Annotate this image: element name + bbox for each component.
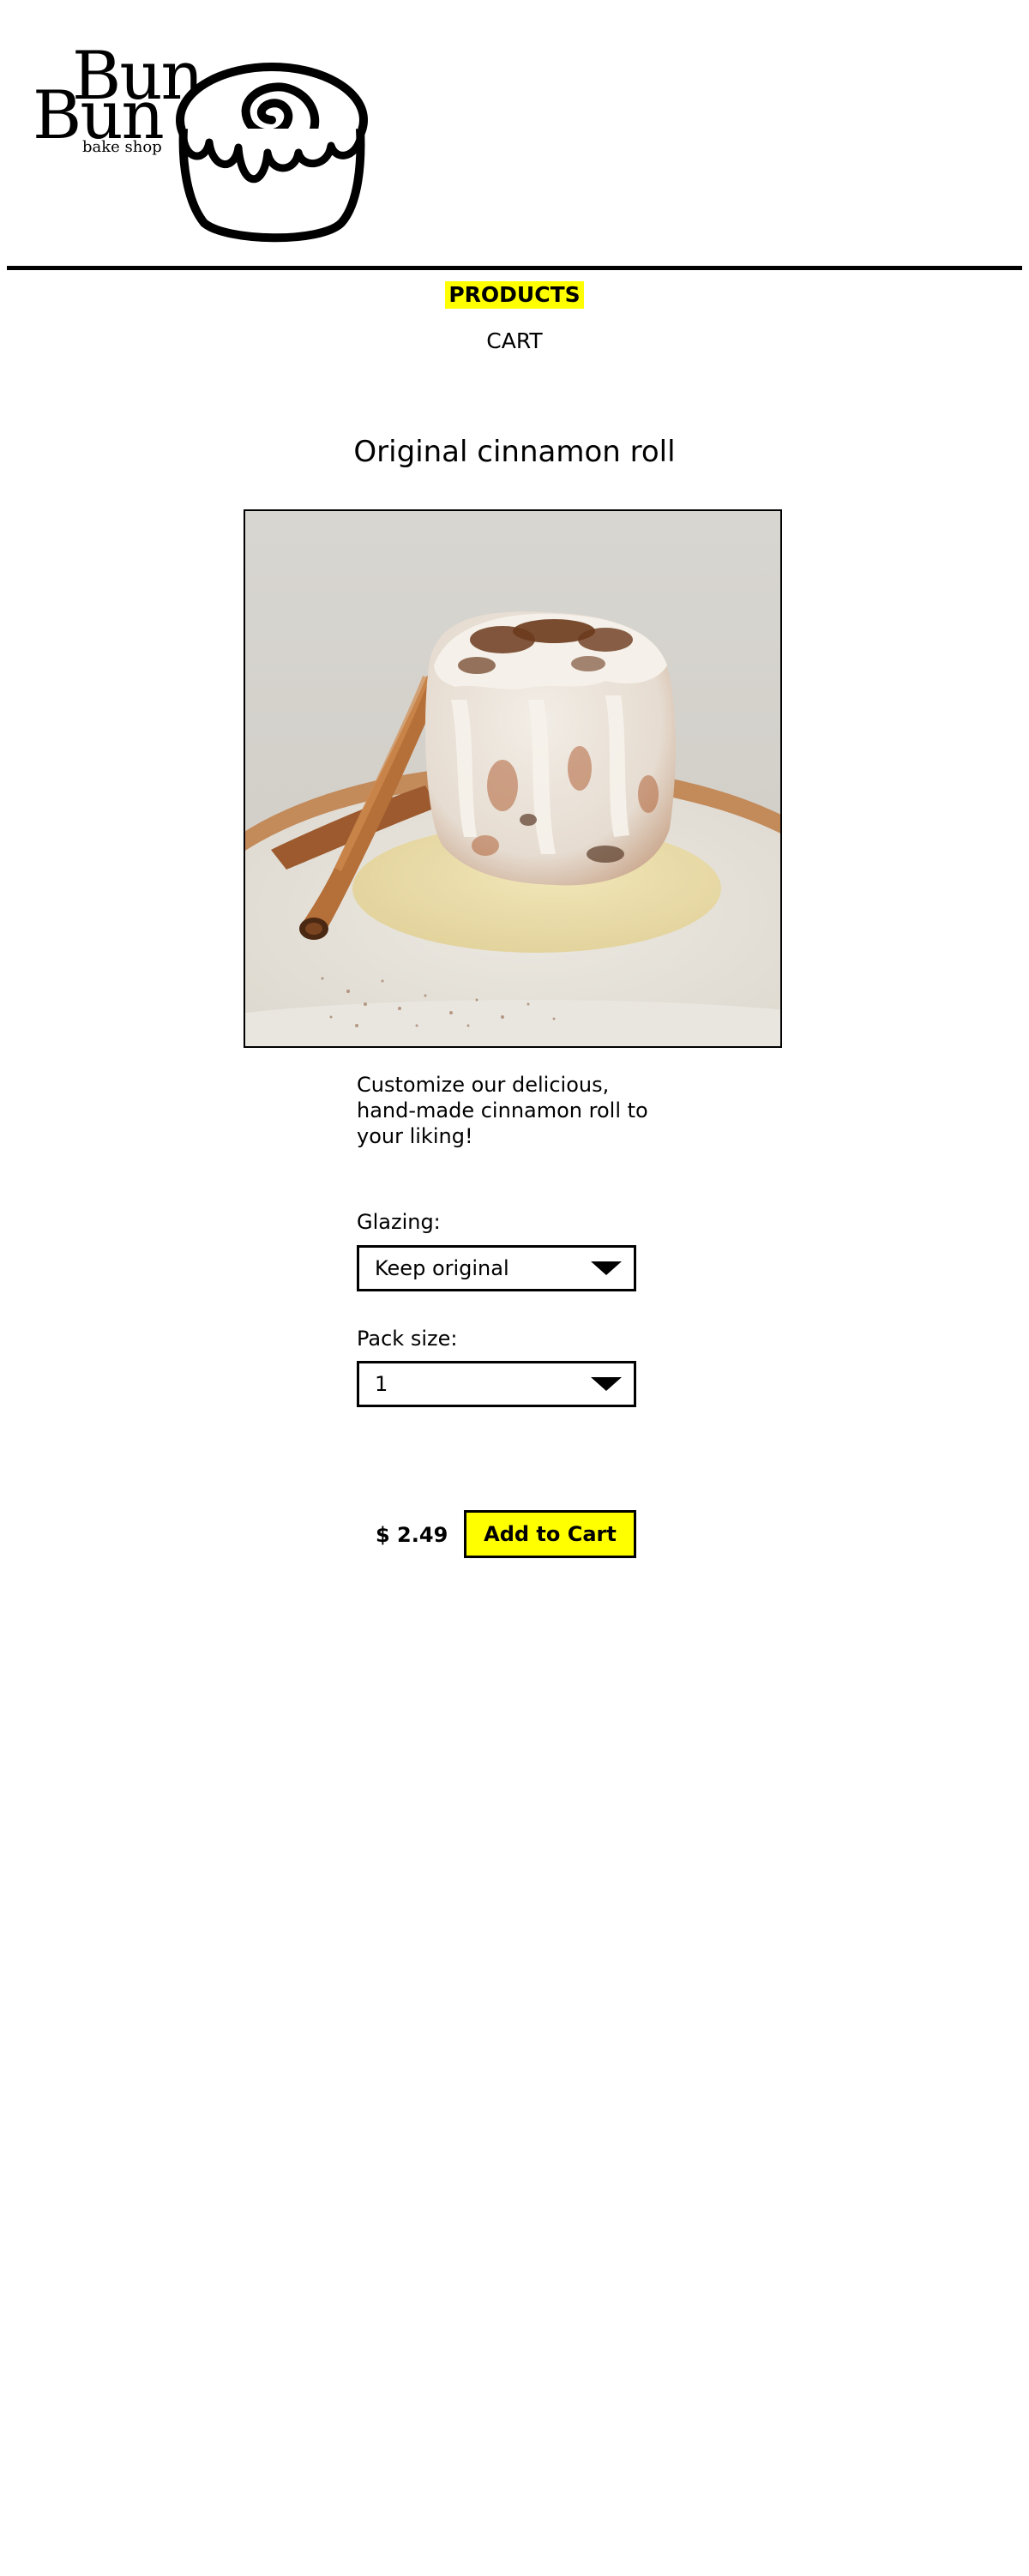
pack-size-label: Pack size: xyxy=(357,1327,458,1351)
cinnamon-roll-icon xyxy=(176,63,368,243)
logo-subtitle: bake shop xyxy=(82,138,162,156)
chevron-down-icon xyxy=(591,1377,622,1391)
product-title: Original cinnamon roll xyxy=(353,435,676,469)
header-divider xyxy=(7,266,1022,270)
pack-size-select[interactable]: 1 xyxy=(357,1361,636,1407)
pack-size-selected-value: 1 xyxy=(375,1372,388,1396)
glazing-label: Glazing: xyxy=(357,1210,441,1234)
glazing-select[interactable]: Keep original xyxy=(357,1245,636,1291)
cinnamon-roll-photo xyxy=(245,511,780,1046)
glazing-selected-value: Keep original xyxy=(375,1256,509,1280)
nav-cart-link[interactable]: CART xyxy=(486,328,542,355)
product-description: Customize our delicious, hand-made cinna… xyxy=(357,1073,648,1148)
nav-products-link[interactable]: PRODUCTS xyxy=(445,281,584,309)
main-nav: PRODUCTS CART xyxy=(0,281,1029,355)
add-to-cart-button[interactable]: Add to Cart xyxy=(464,1510,636,1558)
chevron-down-icon xyxy=(591,1261,622,1275)
product-price: $ 2.49 xyxy=(376,1523,448,1547)
product-image xyxy=(244,509,782,1048)
bunbun-logo[interactable]: Bun Bun bake shop xyxy=(33,43,376,243)
